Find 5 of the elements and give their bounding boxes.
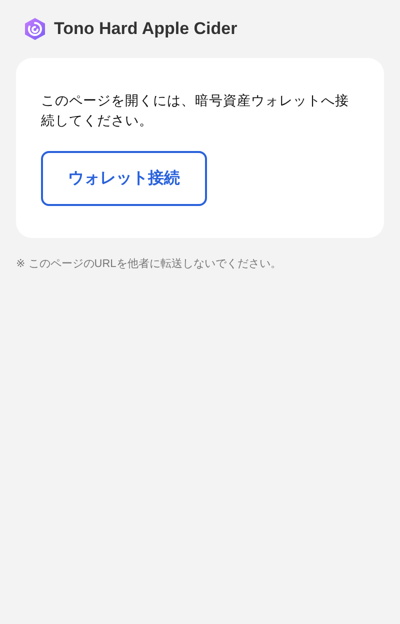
connect-wallet-button[interactable]: ウォレット接続 xyxy=(41,151,207,206)
site-title: Tono Hard Apple Cider xyxy=(54,19,238,39)
message-text: このページを開くには、暗号資産ウォレットへ接続してください。 xyxy=(41,92,350,130)
logo-icon xyxy=(23,17,47,41)
note-text: ※ このページのURLを他者に転送しないでください。 xyxy=(16,257,282,271)
